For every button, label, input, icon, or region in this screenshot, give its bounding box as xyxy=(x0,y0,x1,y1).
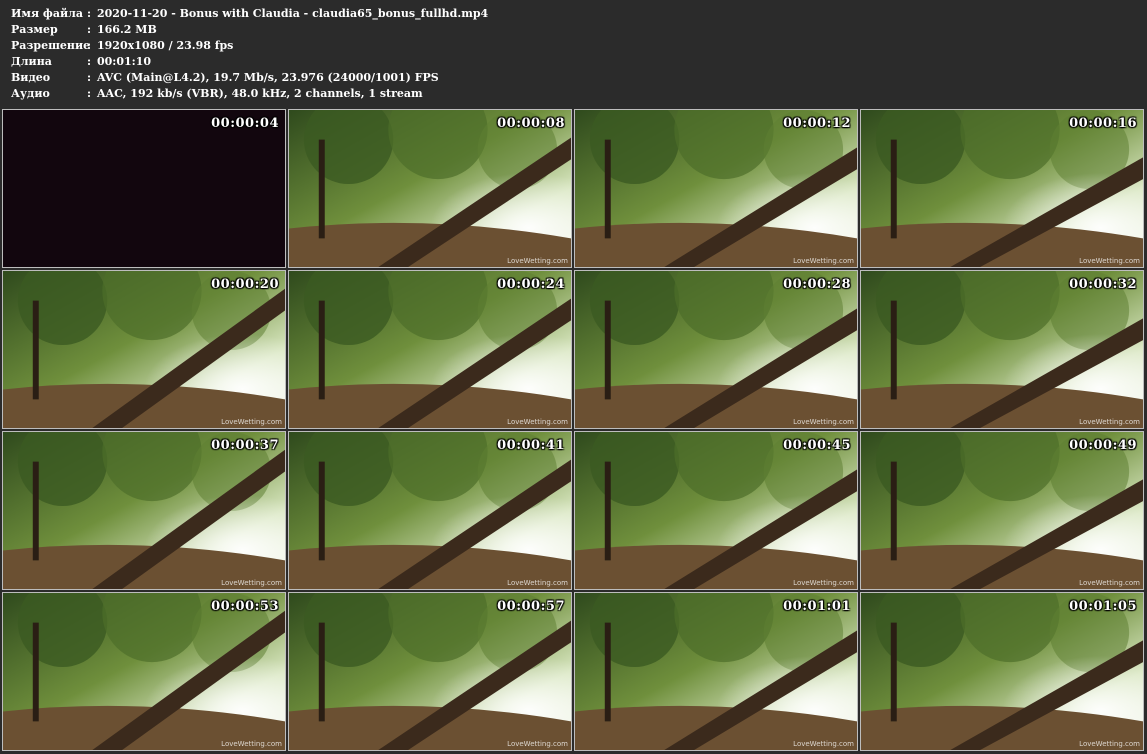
watermark: LoveWetting.com xyxy=(1079,579,1140,587)
video-thumbnail: LoveWetting.com 00:00:20 xyxy=(2,270,286,429)
thumbnail-image xyxy=(575,271,857,428)
video-thumbnail: LoveWetting.com 00:00:08 xyxy=(288,109,572,268)
thumbnail-timecode: 00:00:20 xyxy=(211,277,279,292)
thumbnail-timecode: 00:00:28 xyxy=(783,277,851,292)
video-thumbnail: LoveWetting.com 00:00:41 xyxy=(288,431,572,590)
video-thumbnail: LoveWetting.com 00:00:49 xyxy=(860,431,1144,590)
thumbnail-timecode: 00:00:04 xyxy=(211,116,279,131)
info-separator: : xyxy=(87,7,92,20)
thumbnail-grid: 00:00:04 LoveWetting.com 00:00:08 LoveWe… xyxy=(2,109,1146,751)
thumbnail-image xyxy=(289,271,571,428)
watermark: LoveWetting.com xyxy=(221,579,282,587)
info-row-audio: Аудио : AAC, 192 kb/s (VBR), 48.0 kHz, 2… xyxy=(11,86,488,102)
watermark: LoveWetting.com xyxy=(507,579,568,587)
video-thumbnail: LoveWetting.com 00:00:45 xyxy=(574,431,858,590)
thumbnail-image xyxy=(861,271,1143,428)
video-thumbnail: 00:00:04 xyxy=(2,109,286,268)
thumbnail-image xyxy=(289,110,571,267)
thumbnail-timecode: 00:00:24 xyxy=(497,277,565,292)
thumbnail-image xyxy=(3,432,285,589)
thumbnail-image xyxy=(861,432,1143,589)
thumbnail-timecode: 00:00:16 xyxy=(1069,116,1137,131)
info-label: Имя файла xyxy=(11,7,83,20)
thumbnail-image xyxy=(3,271,285,428)
watermark: LoveWetting.com xyxy=(1079,418,1140,426)
watermark: LoveWetting.com xyxy=(221,418,282,426)
thumbnail-timecode: 00:00:53 xyxy=(211,599,279,614)
video-thumbnail: LoveWetting.com 00:00:53 xyxy=(2,592,286,751)
watermark: LoveWetting.com xyxy=(221,740,282,748)
info-row-resolution: Разрешение : 1920x1080 / 23.98 fps xyxy=(11,38,488,54)
info-label: Разрешение xyxy=(11,39,91,52)
info-separator: : xyxy=(87,23,92,36)
info-row-size: Размер : 166.2 MB xyxy=(11,22,488,38)
video-thumbnail: LoveWetting.com 00:00:24 xyxy=(288,270,572,429)
thumbnail-image xyxy=(861,110,1143,267)
watermark: LoveWetting.com xyxy=(793,257,854,265)
watermark: LoveWetting.com xyxy=(793,418,854,426)
info-value: 1920x1080 / 23.98 fps xyxy=(97,39,234,52)
thumbnail-image xyxy=(861,593,1143,750)
video-thumbnail: LoveWetting.com 00:00:32 xyxy=(860,270,1144,429)
thumbnail-timecode: 00:00:45 xyxy=(783,438,851,453)
thumbnail-image xyxy=(575,110,857,267)
thumbnail-timecode: 00:00:49 xyxy=(1069,438,1137,453)
thumbnail-timecode: 00:00:32 xyxy=(1069,277,1137,292)
thumbnail-timecode: 00:00:41 xyxy=(497,438,565,453)
thumbnail-image xyxy=(575,432,857,589)
thumbnail-image xyxy=(289,432,571,589)
video-thumbnail: LoveWetting.com 00:01:01 xyxy=(574,592,858,751)
info-value: AVC (Main@L4.2), 19.7 Mb/s, 23.976 (2400… xyxy=(97,71,439,84)
thumbnail-timecode: 00:00:08 xyxy=(497,116,565,131)
info-separator: : xyxy=(87,55,92,68)
info-row-duration: Длина : 00:01:10 xyxy=(11,54,488,70)
watermark: LoveWetting.com xyxy=(1079,740,1140,748)
thumbnail-timecode: 00:00:57 xyxy=(497,599,565,614)
video-thumbnail: LoveWetting.com 00:00:37 xyxy=(2,431,286,590)
info-row-filename: Имя файла : 2020-11-20 - Bonus with Clau… xyxy=(11,6,488,22)
info-row-video: Видео : AVC (Main@L4.2), 19.7 Mb/s, 23.9… xyxy=(11,70,488,86)
media-info-panel: Имя файла : 2020-11-20 - Bonus with Clau… xyxy=(11,6,488,102)
thumbnail-image xyxy=(3,593,285,750)
watermark: LoveWetting.com xyxy=(1079,257,1140,265)
info-value: 2020-11-20 - Bonus with Claudia - claudi… xyxy=(97,7,489,20)
video-thumbnail: LoveWetting.com 00:01:05 xyxy=(860,592,1144,751)
info-value: AAC, 192 kb/s (VBR), 48.0 kHz, 2 channel… xyxy=(97,87,423,100)
video-thumbnail: LoveWetting.com 00:00:28 xyxy=(574,270,858,429)
thumbnail-timecode: 00:01:01 xyxy=(783,599,851,614)
watermark: LoveWetting.com xyxy=(507,740,568,748)
info-label: Видео xyxy=(11,71,51,84)
info-value: 00:01:10 xyxy=(97,55,152,68)
thumbnail-image xyxy=(289,593,571,750)
video-thumbnail: LoveWetting.com 00:00:16 xyxy=(860,109,1144,268)
info-label: Длина xyxy=(11,55,52,68)
video-thumbnail: LoveWetting.com 00:00:12 xyxy=(574,109,858,268)
info-separator: : xyxy=(87,71,92,84)
thumbnail-timecode: 00:01:05 xyxy=(1069,599,1137,614)
info-separator: : xyxy=(87,39,92,52)
watermark: LoveWetting.com xyxy=(793,579,854,587)
info-label: Аудио xyxy=(11,87,50,100)
watermark: LoveWetting.com xyxy=(507,418,568,426)
thumbnail-timecode: 00:00:37 xyxy=(211,438,279,453)
info-value: 166.2 MB xyxy=(97,23,157,36)
thumbnail-image xyxy=(575,593,857,750)
video-thumbnail: LoveWetting.com 00:00:57 xyxy=(288,592,572,751)
info-label: Размер xyxy=(11,23,58,36)
thumbnail-timecode: 00:00:12 xyxy=(783,116,851,131)
info-separator: : xyxy=(87,87,92,100)
watermark: LoveWetting.com xyxy=(507,257,568,265)
watermark: LoveWetting.com xyxy=(793,740,854,748)
